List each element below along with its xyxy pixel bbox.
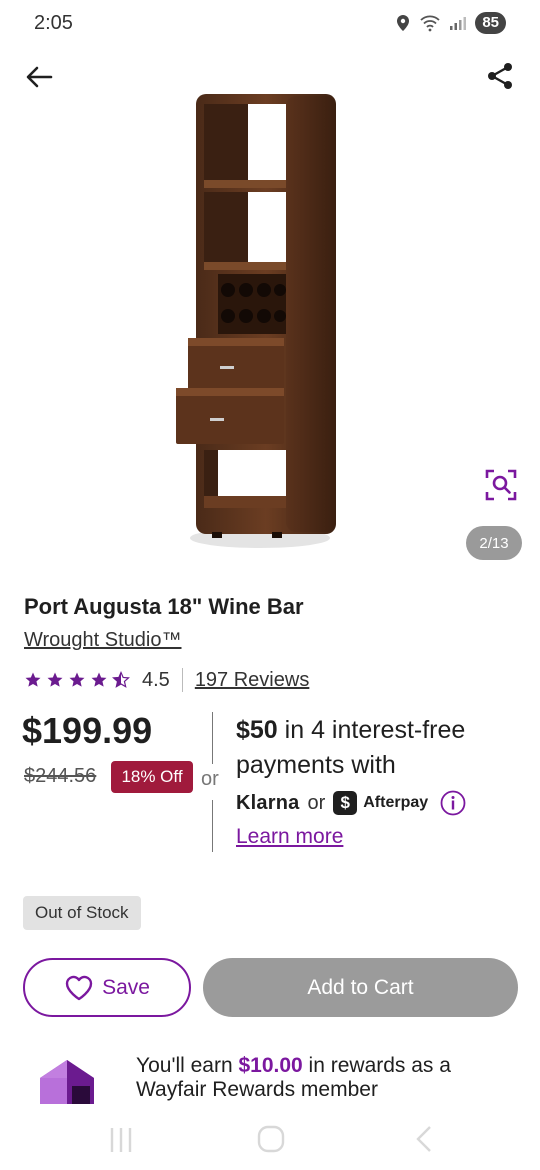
payment-providers: Klarna or $ Afterpay <box>236 789 466 817</box>
rating-stars <box>24 671 130 689</box>
rewards-house-icon <box>40 1060 94 1104</box>
add-to-cart-button[interactable]: Add to Cart <box>203 958 518 1017</box>
add-to-cart-label: Add to Cart <box>307 975 414 999</box>
sale-price: $199.99 <box>22 710 153 751</box>
status-time: 2:05 <box>34 12 73 34</box>
save-button[interactable]: Save <box>23 958 191 1017</box>
klarna-logo: Klarna <box>236 791 300 814</box>
share-icon <box>488 63 512 89</box>
payment-or: or <box>307 791 326 814</box>
arrow-left-icon <box>26 66 53 88</box>
wifi-icon <box>420 15 440 32</box>
product-title: Port Augusta 18" Wine Bar <box>24 594 304 619</box>
location-icon <box>397 15 410 31</box>
status-icons: 85 <box>395 12 506 34</box>
signal-icon <box>450 17 467 30</box>
financing-amount: $50 <box>236 716 278 744</box>
share-button[interactable] <box>482 58 518 94</box>
star-icon <box>47 672 63 687</box>
rewards-prefix: You'll earn <box>136 1054 239 1077</box>
brand-link[interactable]: Wrought Studio™ <box>24 629 182 652</box>
star-icon <box>91 672 107 687</box>
visual-search-icon[interactable] <box>484 468 518 502</box>
afterpay-icon: $ <box>333 791 358 815</box>
original-price: $244.56 <box>24 765 97 787</box>
star-icon <box>69 672 85 687</box>
financing-text: $50 in 4 interest-free payments with <box>236 713 526 783</box>
status-bar: 2:05 85 <box>0 0 540 48</box>
recent-apps-icon[interactable] <box>110 1128 132 1152</box>
rating-divider <box>181 668 183 692</box>
afterpay-logo: Afterpay <box>363 794 429 811</box>
product-image[interactable] <box>160 90 360 580</box>
star-icon <box>25 672 41 687</box>
info-icon[interactable] <box>440 790 466 816</box>
reviews-link[interactable]: 197 Reviews <box>195 669 310 692</box>
rewards-amount: $10.00 <box>238 1054 303 1077</box>
learn-more-link[interactable]: Learn more <box>236 825 343 849</box>
save-label: Save <box>102 975 150 999</box>
discount-badge: 18% Off <box>111 761 193 793</box>
stock-badge: Out of Stock <box>23 896 141 930</box>
rating-value: 4.5 <box>142 668 170 691</box>
financing-text-1: in 4 interest-free <box>277 716 466 744</box>
system-nav-bar <box>110 1125 431 1153</box>
divider <box>212 800 213 852</box>
half-star-icon <box>112 671 130 688</box>
back-button[interactable] <box>22 60 56 94</box>
rewards-message: You'll earn $10.00 in rewards as a Wayfa… <box>136 1054 506 1102</box>
battery-indicator: 85 <box>475 12 506 34</box>
financing-text-2: payments <box>236 751 345 779</box>
home-icon[interactable] <box>257 1125 285 1153</box>
back-nav-icon[interactable] <box>416 1126 431 1152</box>
rating-row[interactable]: 4.5 197 Reviews <box>24 666 309 694</box>
image-counter: 2/13 <box>466 526 522 560</box>
divider <box>212 712 213 764</box>
financing-text-3: with <box>344 751 396 779</box>
heart-icon <box>65 975 93 1000</box>
or-label: or <box>201 768 219 790</box>
